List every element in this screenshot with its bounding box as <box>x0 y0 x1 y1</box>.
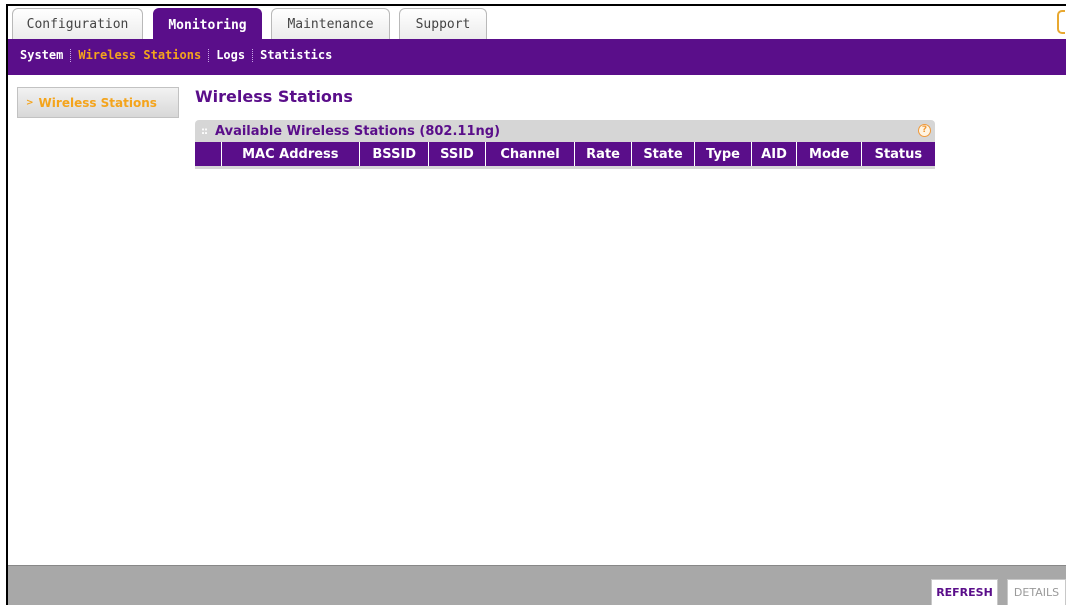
column-bssid: BSSID <box>359 142 429 166</box>
tab-configuration[interactable]: Configuration <box>12 8 143 39</box>
subnav-separator <box>252 48 254 62</box>
table-header-row: MAC Address BSSID SSID Channel Rate Stat… <box>195 142 935 166</box>
details-button[interactable]: DETAILS <box>1007 579 1066 605</box>
subnav-separator <box>208 48 210 62</box>
page-title: Wireless Stations <box>195 87 353 106</box>
subnav-system[interactable]: System <box>20 48 63 62</box>
column-status: Status <box>860 142 935 166</box>
subnav-separator <box>70 48 72 62</box>
chevron-right-icon: > <box>26 97 34 108</box>
column-channel: Channel <box>484 142 575 166</box>
subnav-statistics[interactable]: Statistics <box>260 48 332 62</box>
column-mac-address: MAC Address <box>220 142 360 166</box>
help-icon[interactable]: ? <box>918 124 931 137</box>
footer-bar: REFRESH DETAILS <box>8 565 1066 605</box>
column-select <box>195 142 221 166</box>
tab-support[interactable]: Support <box>399 8 487 39</box>
column-type: Type <box>694 142 752 166</box>
stations-panel: :: Available Wireless Stations (802.11ng… <box>195 120 935 169</box>
subnav-wireless-stations[interactable]: Wireless Stations <box>78 48 201 62</box>
column-rate: Rate <box>574 142 632 166</box>
grip-icon: :: <box>201 125 208 137</box>
column-aid: AID <box>750 142 797 166</box>
refresh-button[interactable]: REFRESH <box>931 579 998 605</box>
sub-navigation: System Wireless Stations Logs Statistics <box>8 39 1066 75</box>
tab-maintenance[interactable]: Maintenance <box>271 8 390 39</box>
leftnav-label: Wireless Stations <box>38 95 157 110</box>
column-ssid: SSID <box>428 142 486 166</box>
column-state: State <box>630 142 695 166</box>
panel-title: Available Wireless Stations (802.11ng) <box>215 123 501 139</box>
column-mode: Mode <box>796 142 862 166</box>
tab-overflow-edge <box>1057 10 1065 34</box>
panel-header: :: Available Wireless Stations (802.11ng… <box>195 120 935 142</box>
leftnav-wireless-stations[interactable]: > Wireless Stations <box>17 87 179 118</box>
table-bottom-border <box>195 166 935 169</box>
stations-table: MAC Address BSSID SSID Channel Rate Stat… <box>195 142 935 166</box>
tab-monitoring[interactable]: Monitoring <box>153 8 262 41</box>
subnav-logs[interactable]: Logs <box>216 48 245 62</box>
